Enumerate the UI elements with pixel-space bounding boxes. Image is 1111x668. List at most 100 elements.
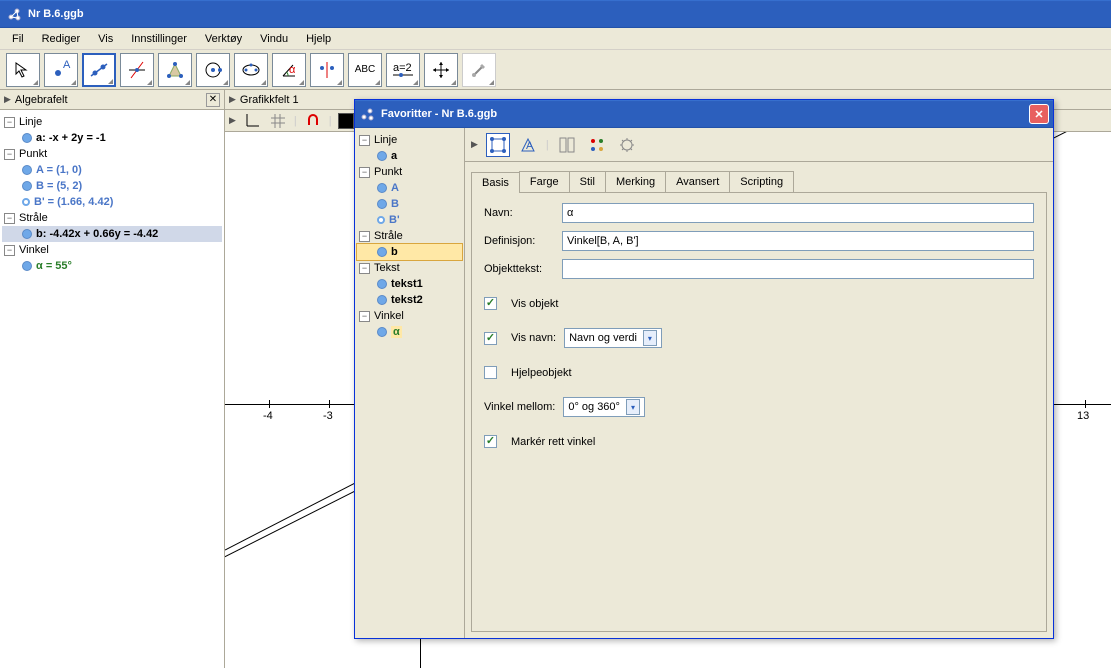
axes-toggle[interactable] — [242, 112, 262, 130]
tree-item[interactable]: A — [357, 180, 462, 196]
tree-group[interactable]: −Vinkel — [2, 242, 222, 258]
tool-ellipse[interactable] — [234, 53, 268, 87]
graphics-props-icon[interactable]: A — [516, 133, 540, 157]
expand-icon[interactable]: − — [4, 149, 15, 160]
caption-label: Objekttekst: — [484, 263, 554, 275]
dialog-titlebar[interactable]: Favoritter - Nr B.6.ggb ✕ — [355, 100, 1053, 128]
grid-toggle[interactable] — [268, 112, 288, 130]
label-mode-select[interactable]: Navn og verdi ▾ — [564, 328, 662, 348]
tool-circle[interactable] — [196, 53, 230, 87]
tree-item[interactable]: B = (5, 2) — [2, 178, 222, 194]
svg-text:a=2: a=2 — [393, 63, 412, 74]
tab-basis[interactable]: Basis — [471, 172, 520, 193]
tree-group[interactable]: −Punkt — [357, 164, 462, 180]
tree-item[interactable]: B — [357, 196, 462, 212]
expand-icon[interactable]: − — [359, 135, 370, 146]
expand-icon[interactable]: − — [359, 231, 370, 242]
tree-item[interactable]: tekst2 — [357, 292, 462, 308]
tool-slider[interactable]: a=2 — [386, 53, 420, 87]
advanced-icon[interactable] — [615, 133, 639, 157]
tool-text[interactable]: ABC — [348, 53, 382, 87]
caption-input[interactable] — [562, 259, 1034, 279]
tree-item[interactable]: α — [357, 324, 462, 340]
tree-item[interactable]: b — [357, 244, 462, 260]
menu-verktoy[interactable]: Verktøy — [197, 31, 250, 47]
color-picker[interactable] — [338, 113, 354, 129]
menu-rediger[interactable]: Rediger — [34, 31, 89, 47]
show-object-checkbox[interactable] — [484, 297, 497, 310]
tab-stil[interactable]: Stil — [569, 171, 606, 192]
tree-item[interactable]: a — [357, 148, 462, 164]
tool-point[interactable]: A — [44, 53, 78, 87]
tab-farge[interactable]: Farge — [519, 171, 570, 192]
expand-icon[interactable]: − — [4, 213, 15, 224]
tab-scripting[interactable]: Scripting — [729, 171, 794, 192]
tree-group[interactable]: −Punkt — [2, 146, 222, 162]
close-button[interactable]: ✕ — [1029, 104, 1049, 124]
svg-text:A: A — [526, 140, 534, 152]
right-angle-label: Markér rett vinkel — [511, 436, 595, 448]
tool-polygon[interactable] — [158, 53, 192, 87]
snap-toggle[interactable] — [303, 112, 323, 130]
menu-vindu[interactable]: Vindu — [252, 31, 296, 47]
definition-label: Definisjon: — [484, 235, 554, 247]
layout-icon[interactable] — [555, 133, 579, 157]
algebra-title: Algebrafelt — [15, 94, 68, 106]
tool-reflect[interactable] — [310, 53, 344, 87]
tool-move[interactable] — [6, 53, 40, 87]
expand-icon[interactable]: − — [359, 263, 370, 274]
algebra-panel: ▶ Algebrafelt ✕ −Linjea: -x + 2y = -1−Pu… — [0, 90, 225, 668]
window-title: Nr B.6.ggb — [28, 8, 84, 20]
tree-group[interactable]: −Stråle — [2, 210, 222, 226]
tree-item[interactable]: a: -x + 2y = -1 — [2, 130, 222, 146]
show-object-label: Vis objekt — [511, 298, 559, 310]
tool-custom[interactable] — [462, 53, 496, 87]
tab-merking[interactable]: Merking — [605, 171, 666, 192]
close-icon[interactable]: ✕ — [206, 93, 220, 107]
defaults-icon[interactable] — [585, 133, 609, 157]
expand-icon[interactable]: − — [4, 117, 15, 128]
menu-vis[interactable]: Vis — [90, 31, 121, 47]
definition-input[interactable] — [562, 231, 1034, 251]
dialog-object-tree[interactable]: −Linjea−PunktABB'−Stråleb−Teksttekst1tek… — [355, 128, 465, 638]
menu-fil[interactable]: Fil — [4, 31, 32, 47]
dialog-toolbar: ▶ A | — [465, 128, 1053, 162]
tree-item[interactable]: B' = (1.66, 4.42) — [2, 194, 222, 210]
aux-checkbox[interactable] — [484, 366, 497, 379]
tree-item[interactable]: tekst1 — [357, 276, 462, 292]
algebra-tree[interactable]: −Linjea: -x + 2y = -1−PunktA = (1, 0)B =… — [0, 110, 224, 278]
expand-icon[interactable]: − — [359, 167, 370, 178]
chevron-down-icon: ▾ — [626, 399, 640, 415]
show-label-checkbox[interactable] — [484, 332, 497, 345]
tree-group[interactable]: −Linje — [2, 114, 222, 130]
menu-innstillinger[interactable]: Innstillinger — [123, 31, 195, 47]
menu-hjelp[interactable]: Hjelp — [298, 31, 339, 47]
app-icon — [359, 106, 375, 122]
name-label: Navn: — [484, 207, 554, 219]
tree-group[interactable]: −Linje — [357, 132, 462, 148]
tree-group[interactable]: −Stråle — [357, 228, 462, 244]
tool-line[interactable] — [82, 53, 116, 87]
objects-icon[interactable] — [486, 133, 510, 157]
name-input[interactable] — [562, 203, 1034, 223]
expand-icon[interactable]: − — [4, 245, 15, 256]
tree-item[interactable]: A = (1, 0) — [2, 162, 222, 178]
algebra-title-bar[interactable]: ▶ Algebrafelt ✕ — [0, 90, 224, 110]
aux-label: Hjelpeobjekt — [511, 367, 572, 379]
tab-avansert[interactable]: Avansert — [665, 171, 730, 192]
expand-icon[interactable]: − — [359, 311, 370, 322]
tree-group[interactable]: −Tekst — [357, 260, 462, 276]
tab-panel-basis: Navn: Definisjon: Objekttekst: Vis objek… — [471, 192, 1047, 632]
tree-item[interactable]: B' — [357, 212, 462, 228]
right-angle-checkbox[interactable] — [484, 435, 497, 448]
angle-between-label: Vinkel mellom: — [484, 401, 555, 413]
show-label-label: Vis navn: — [511, 332, 556, 344]
tree-item[interactable]: α = 55° — [2, 258, 222, 274]
tree-group[interactable]: −Vinkel — [357, 308, 462, 324]
tick-label: 13 — [1077, 410, 1089, 422]
angle-range-select[interactable]: 0° og 360° ▾ — [563, 397, 645, 417]
tree-item[interactable]: b: -4.42x + 0.66y = -4.42 — [2, 226, 222, 242]
tool-move-view[interactable] — [424, 53, 458, 87]
tool-perpendicular[interactable] — [120, 53, 154, 87]
tool-angle[interactable]: α — [272, 53, 306, 87]
